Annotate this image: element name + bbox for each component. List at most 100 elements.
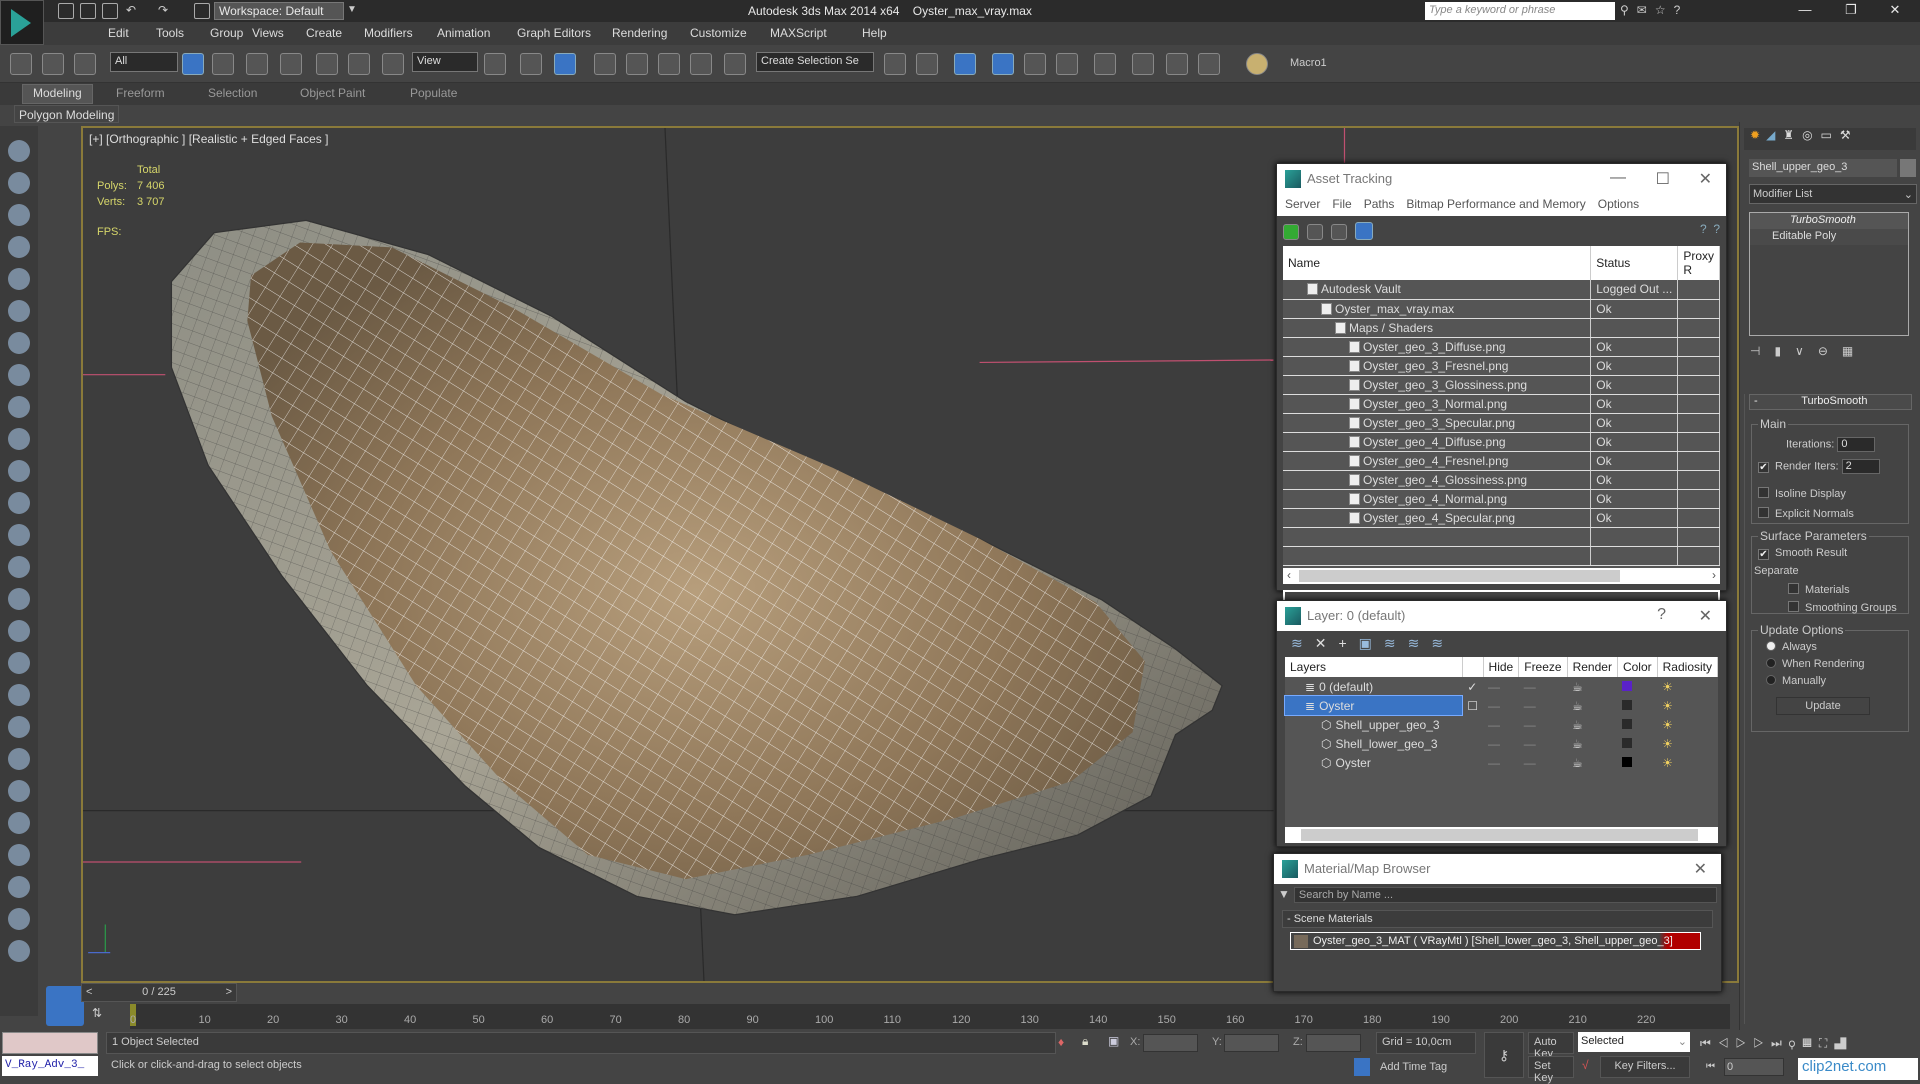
search-by-name-input[interactable]: Search by Name ... — [1293, 887, 1717, 903]
curve-icon[interactable]: √ — [1582, 1058, 1589, 1072]
stack-item-editable-poly[interactable]: Editable Poly — [1750, 229, 1908, 245]
angle-snap-icon[interactable] — [626, 53, 648, 75]
asset-row[interactable]: Autodesk Vault Logged Out ... — [1283, 280, 1720, 300]
play-icon[interactable]: ▷ — [1736, 1036, 1754, 1050]
mirror-icon[interactable] — [884, 53, 906, 75]
horizontal-scrollbar[interactable]: ‹ › — [1283, 568, 1720, 584]
layer-color-swatch[interactable] — [1617, 696, 1657, 715]
named-selection-dropdown[interactable]: Create Selection Se — [756, 52, 874, 72]
when-rendering-radio-row[interactable]: When Rendering — [1766, 658, 1865, 670]
menu-help[interactable]: Help — [862, 26, 887, 40]
render-icon-icon[interactable] — [8, 908, 30, 930]
thumbnail-view-icon[interactable] — [1331, 224, 1347, 240]
render-iters-spinner[interactable]: 2 — [1841, 459, 1880, 474]
sphere2-icon[interactable] — [8, 844, 30, 866]
current-frame-input[interactable]: 0 — [1724, 1058, 1784, 1076]
restore-button[interactable]: ❐ — [1834, 2, 1868, 18]
select-and-link-icon[interactable] — [10, 53, 32, 75]
keyboard-shortcut-override-icon[interactable] — [554, 53, 576, 75]
close-button[interactable]: ✕ — [1878, 2, 1912, 18]
object-color-swatch[interactable] — [1900, 159, 1916, 177]
infocenter-icons[interactable]: ⚲✉☆? — [1620, 3, 1688, 17]
hair-icon[interactable] — [8, 812, 30, 834]
macro-icon[interactable] — [1246, 53, 1268, 75]
isolate-selection-icon[interactable]: ♦ — [1058, 1035, 1064, 1049]
layer-row[interactable]: ⬡ Shell_upper_geo_3 — — ☕︎ ☀︎ — [1285, 715, 1718, 734]
sphere-icon[interactable] — [8, 492, 30, 514]
manually-radio[interactable] — [1766, 675, 1776, 685]
smoothing-groups-checkbox[interactable] — [1788, 601, 1799, 612]
rotate-icon[interactable] — [348, 53, 370, 75]
scroll-left-icon[interactable]: ‹ — [1287, 568, 1291, 582]
hide-toggle[interactable]: — — [1483, 753, 1519, 772]
select-layer-icon[interactable]: ≋ — [1384, 635, 1408, 651]
box-icon[interactable] — [8, 524, 30, 546]
menu-tools[interactable]: Tools — [156, 26, 184, 40]
viewport-label[interactable]: [+] [Orthographic ] [Realistic + Edged F… — [89, 132, 328, 146]
delete-layer-icon[interactable]: ✕ — [1315, 635, 1339, 651]
cone-icon[interactable] — [8, 556, 30, 578]
scale-icon[interactable] — [382, 53, 404, 75]
zoom-extents-icon[interactable]: ⛶ — [1819, 1036, 1834, 1050]
layer-row[interactable]: ≣ 0 (default) ✓ — — ☕︎ ☀︎ — [1285, 677, 1718, 696]
asset-row[interactable]: Maps / Shaders — [1283, 318, 1720, 338]
radiosity-icon[interactable]: ☀︎ — [1657, 753, 1717, 772]
modifier-list-dropdown[interactable]: Modifier List ⌄ — [1749, 184, 1917, 204]
schematic-view-icon[interactable] — [1056, 53, 1078, 75]
current-layer-marker[interactable] — [1462, 753, 1483, 772]
isoline-row[interactable]: Isoline Display — [1758, 487, 1846, 500]
materials-checkbox[interactable] — [1788, 583, 1799, 594]
asset-row[interactable]: Oyster_geo_3_Diffuse.png Ok — [1283, 337, 1720, 357]
save-icon[interactable] — [102, 3, 118, 19]
ribbon-tab-populate[interactable]: Populate — [410, 86, 457, 100]
current-layer-marker[interactable]: ✓ — [1462, 677, 1483, 696]
help-button[interactable]: ? — [1657, 606, 1666, 624]
layer-row[interactable]: ⬡ Shell_lower_geo_3 — — ☕︎ ☀︎ — [1285, 734, 1718, 753]
curve-editor-icon[interactable] — [1024, 53, 1046, 75]
edit-named-selection-icon[interactable] — [724, 53, 746, 75]
modify-tab-icon[interactable]: ◢ — [1766, 128, 1775, 142]
layer-manager-titlebar[interactable]: Layer: 0 (default) ? ✕ — [1277, 601, 1726, 631]
current-layer-marker[interactable]: ☐ — [1462, 696, 1483, 715]
y-coordinate-input[interactable] — [1224, 1034, 1279, 1052]
next-frame-icon[interactable]: > — [226, 986, 236, 998]
explicit-normals-row[interactable]: Explicit Normals — [1758, 507, 1854, 520]
object-paint-icon[interactable] — [8, 876, 30, 898]
next-frame-icon[interactable]: ▷ — [1753, 1036, 1771, 1050]
freeze-toggle[interactable]: — — [1519, 696, 1567, 715]
column-status[interactable]: Status — [1590, 246, 1679, 280]
help-icon[interactable] — [8, 940, 30, 962]
sun-icon[interactable] — [8, 588, 30, 610]
menu-graph-editors[interactable]: Graph Editors — [517, 26, 591, 40]
menu-create[interactable]: Create — [306, 26, 342, 40]
open-file-icon[interactable] — [80, 3, 96, 19]
asset-row[interactable]: Oyster_geo_4_Diffuse.png Ok — [1283, 432, 1720, 452]
key-mode-dropdown[interactable]: Selected ⌄ — [1578, 1032, 1690, 1052]
track-bar[interactable]: 0 10 20 30 40 50 60 70 80 90 100 110 120 130 140 150 160… — [130, 1004, 1730, 1029]
spinner-snap-icon[interactable] — [690, 53, 712, 75]
layer-row[interactable]: ⬡ Oyster — — ☕︎ ☀︎ — [1285, 753, 1718, 772]
material-item[interactable]: Oyster_geo_3_MAT ( VRayMtl ) [Shell_lowe… — [1290, 932, 1701, 950]
schematic-icon[interactable] — [8, 204, 30, 226]
prev-frame-icon[interactable]: < — [82, 986, 92, 998]
refresh-icon[interactable] — [1283, 224, 1299, 240]
go-to-start-icon[interactable]: ⏮ — [1700, 1036, 1718, 1050]
list-view-icon[interactable] — [1307, 224, 1323, 240]
playback-controls[interactable]: ⏮◁▷▷⏭⚲▦⛶▟ — [1700, 1036, 1853, 1051]
manually-radio-row[interactable]: Manually — [1766, 675, 1826, 687]
asset-row[interactable]: Oyster_geo_3_Specular.png Ok — [1283, 413, 1720, 433]
asset-row[interactable]: Oyster_geo_3_Glossiness.png Ok — [1283, 375, 1720, 395]
set-current-layer-icon[interactable]: ≋ — [1408, 635, 1432, 651]
asset-row[interactable]: Oyster_geo_3_Fresnel.png Ok — [1283, 356, 1720, 376]
previous-frame-icon[interactable]: ◁ — [1718, 1036, 1736, 1050]
menu-rendering[interactable]: Rendering — [612, 26, 667, 40]
render-teapot-icon[interactable]: ☕︎ — [1567, 696, 1617, 715]
selection-lock-icon[interactable]: 🔒︎ — [1082, 1034, 1088, 1049]
rendered-frame-window-icon[interactable] — [1166, 53, 1188, 75]
layer-column-hide[interactable]: Hide — [1483, 657, 1520, 677]
layer-manager-icon[interactable] — [954, 53, 976, 75]
layer-column-color[interactable]: Color — [1617, 657, 1658, 677]
utilities-tab-icon[interactable]: ⚒ — [1840, 128, 1851, 142]
material-editor-icon[interactable] — [1094, 53, 1116, 75]
column-proxy[interactable]: Proxy R — [1677, 246, 1720, 280]
